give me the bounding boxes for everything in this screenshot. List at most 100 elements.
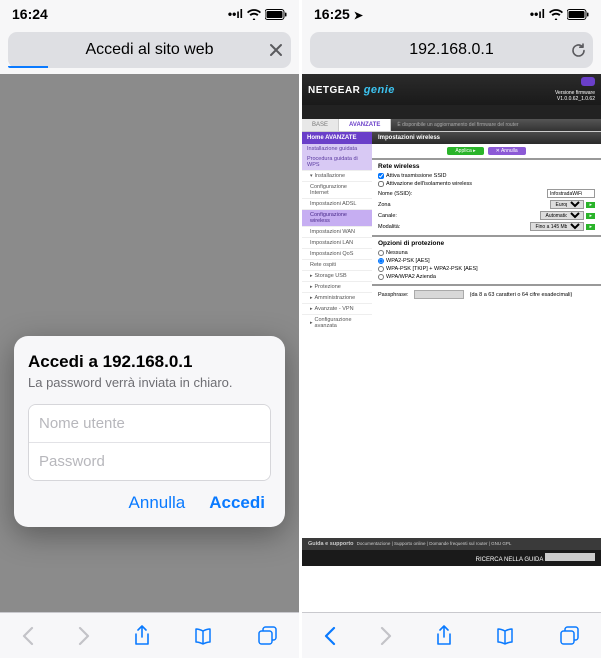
phone-right: 16:25 ➤ ••ıl 192.168.0.1 NETGEAR genie V… [302,0,604,658]
section-title: Rete wireless [378,163,595,170]
firmware-banner[interactable]: È disponibile un aggiornamento del firmw… [391,119,601,131]
router-admin-page: NETGEAR genie Versione firmwareV1.0.0.62… [302,74,601,612]
dialog-fields [28,404,271,481]
forward-button[interactable] [379,626,393,646]
ssid-label: Nome (SSID): [378,191,545,197]
signal-icon: ••ıl [530,7,545,21]
sec-label: WPA/WPA2 Azienda [386,274,436,280]
back-button[interactable] [21,626,35,646]
share-button[interactable] [133,625,151,647]
sec-radio-wpa2[interactable] [378,258,384,264]
logout-button[interactable] [581,77,595,86]
sidebar-section[interactable]: ▸Amministrazione [302,292,372,303]
share-button[interactable] [435,625,453,647]
pass-hint: (da 8 a 63 caratteri o 64 cifre esadecim… [470,292,573,298]
url-bar[interactable]: 192.168.0.1 [310,32,593,68]
cancel-button[interactable]: Annulla [129,493,186,513]
back-button[interactable] [323,626,337,646]
sidebar-item[interactable]: Impostazioni WAN [302,226,372,237]
mode-select[interactable]: Fino a 145 Mbps [530,222,584,231]
sidebar-wps[interactable]: Procedura guidata di WPS [302,154,372,170]
safari-toolbar [302,612,601,658]
sidebar-section[interactable]: ▸Configurazione avanzata [302,314,372,331]
footer-help: Guida e supporto [308,541,354,547]
help-search-field[interactable] [545,553,595,561]
tabs-button[interactable] [258,626,278,646]
url-title: Accedi al sito web [38,41,261,59]
chevron-right-icon: ▸ [310,273,313,279]
region-select[interactable]: Europa [550,200,584,209]
page-content: Accedi a 192.168.0.1 La password verrà i… [0,74,299,612]
chk-ssid[interactable] [378,173,384,179]
status-icons: ••ıl [530,7,589,21]
bookmarks-button[interactable] [496,627,518,645]
stop-reload-button[interactable] [261,43,291,57]
sidebar-home[interactable]: Home AVANZATE [302,132,372,144]
channel-select[interactable]: Automatico [540,211,584,220]
reload-icon [570,42,587,59]
sidebar-section[interactable]: ▸Avanzate - VPN [302,303,372,314]
section-title: Opzioni di protezione [378,240,595,247]
router-sidebar: Home AVANZATE Installazione guidata Proc… [302,132,372,331]
tab-basic[interactable]: BASE [302,119,339,131]
mode-label: Modalità: [378,224,528,230]
dialog-title: Accedi a 192.168.0.1 [28,352,271,372]
chevron-right-icon: ▸ [310,306,313,312]
region-label: Zona [378,202,548,208]
tabs-button[interactable] [560,626,580,646]
forward-button[interactable] [77,626,91,646]
sidebar-item[interactable]: Impostazioni QoS [302,248,372,259]
chevron-right-icon: ▸ [310,320,313,326]
ssid-field[interactable] [547,189,595,198]
sidebar-wizard[interactable]: Installazione guidata [302,144,372,154]
signal-icon: ••ıl [228,7,243,21]
sidebar-item-wireless[interactable]: Configurazione wireless [302,209,372,226]
status-icons: ••ıl [228,7,287,21]
router-tabs: BASE AVANZATE È disponibile un aggiornam… [302,119,601,132]
safari-toolbar [0,612,299,658]
reload-button[interactable] [563,42,593,59]
battery-icon [567,9,589,20]
tabs-icon [258,626,278,646]
footer-links[interactable]: Documentazione | Supporto online | Doman… [357,541,512,546]
chevron-right-icon: ▸ [310,284,313,290]
footer-search-label: RICERCA NELLA GUIDA [476,557,544,563]
submit-button[interactable]: Accedi [209,493,265,513]
sidebar-item[interactable]: Impostazioni ADSL [302,198,372,209]
section-wireless: Rete wireless Attiva trasmissione SSID A… [372,158,601,235]
phone-left: 16:24 ••ıl Accedi al sito web Accedi a 1… [0,0,302,658]
bookmarks-button[interactable] [194,627,216,645]
router-header: NETGEAR genie Versione firmwareV1.0.0.62… [302,74,601,105]
sidebar-section[interactable]: ▸Protezione [302,281,372,292]
sidebar-item[interactable]: Configurazione Internet [302,181,372,198]
loading-progress [8,66,48,69]
section-passphrase: Passphrase: (da 8 a 63 caratteri o 64 ci… [372,284,601,303]
sec-radio-none[interactable] [378,250,384,256]
sidebar-section[interactable]: ▸Storage USB [302,270,372,281]
passphrase-field[interactable] [414,290,464,299]
wifi-icon [247,9,261,20]
close-icon [269,43,283,57]
sidebar-section-install[interactable]: ▾Installazione [302,170,372,181]
go-button[interactable]: ▸ [586,224,595,230]
sidebar-item[interactable]: Impostazioni LAN [302,237,372,248]
go-button[interactable]: ▸ [586,213,595,219]
firmware-version: Versione firmwareV1.0.0.62_1.0.62 [555,77,595,102]
chk-isolation[interactable] [378,181,384,187]
brand-netgear: NETGEAR [308,85,360,96]
chevron-down-icon: ▾ [310,173,313,179]
wifi-icon [549,9,563,20]
url-bar[interactable]: Accedi al sito web [8,32,291,68]
status-bar: 16:25 ➤ ••ıl [302,0,601,28]
router-main: Impostazioni wireless Applica ▸ ✕ Annull… [372,132,601,331]
go-button[interactable]: ▸ [586,202,595,208]
apply-button[interactable]: Applica ▸ [447,147,483,155]
sidebar-item[interactable]: Rete ospiti [302,259,372,270]
tab-advanced[interactable]: AVANZATE [339,119,391,131]
sec-radio-enterprise[interactable] [378,274,384,280]
chk-isolation-label: Attivazione dell'isolamento wireless [386,181,472,187]
username-field[interactable] [29,405,270,442]
sec-radio-mixed[interactable] [378,266,384,272]
password-field[interactable] [29,443,270,480]
cancel-router-button[interactable]: ✕ Annulla [488,147,526,155]
